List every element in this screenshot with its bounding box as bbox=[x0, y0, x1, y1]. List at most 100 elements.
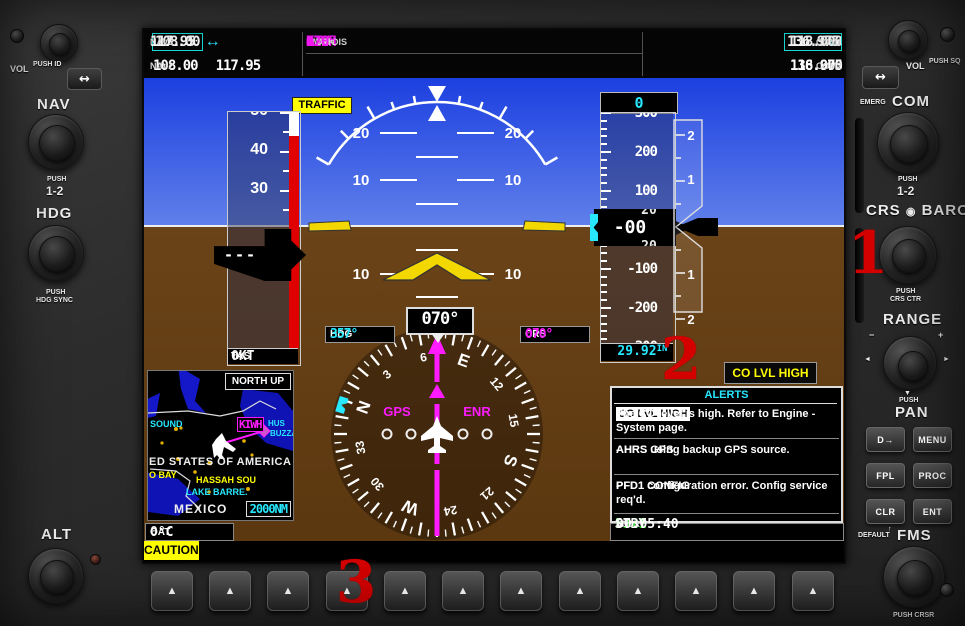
softkey-button-9[interactable]: ▲ bbox=[617, 571, 659, 611]
hdg-knob-label: HDG bbox=[36, 205, 72, 222]
altitude-readout: 20 -00 20 bbox=[594, 209, 676, 246]
softkey-triangle-icon: ▲ bbox=[167, 585, 178, 597]
compass-label: 24 bbox=[442, 503, 458, 519]
heading-readout: 070° bbox=[406, 307, 474, 335]
bezel-slot bbox=[855, 118, 864, 213]
map-label: O BAY bbox=[149, 470, 177, 480]
altitude-drum-below: 20 bbox=[634, 239, 664, 246]
com-volume-push-label: PUSH SQ bbox=[929, 58, 961, 65]
nav-transfer-button[interactable]: ↔ bbox=[67, 68, 102, 90]
menu-button[interactable]: MENU bbox=[913, 427, 952, 452]
softkey-triangle-icon: ▲ bbox=[749, 585, 760, 597]
nav-push-12-label: 1-2 bbox=[46, 184, 63, 198]
softkey-button-10[interactable]: ▲ bbox=[675, 571, 717, 611]
alert-text: AHRS using backup GPS source. bbox=[616, 443, 790, 457]
selected-altitude-box[interactable]: 0 bbox=[600, 92, 678, 114]
g1000-pfd-unit: NAV1 108.00 ↔ 117.95 NAV2 108.00 117.95 … bbox=[0, 0, 965, 626]
softkey-triangle-icon: ▲ bbox=[458, 585, 469, 597]
map-label: HASSAH SOU bbox=[196, 475, 256, 485]
altitude-tick-label: 100 bbox=[613, 181, 657, 201]
alt-knob-label: ALT bbox=[41, 526, 72, 543]
fms-label: FMS bbox=[897, 527, 932, 544]
alert-text: The CO level is high. Refer to Engine - … bbox=[616, 407, 837, 435]
softkey-button-6[interactable]: ▲ bbox=[442, 571, 484, 611]
com-volume-knob[interactable] bbox=[888, 20, 928, 60]
com2-label: COM2 bbox=[816, 61, 842, 71]
com-volume-label: VOL bbox=[906, 61, 925, 71]
softkey-triangle-icon: ▲ bbox=[808, 585, 819, 597]
vsi-tick-label: 2 bbox=[687, 128, 694, 143]
co-level-annunciation: CO LVL HIGH bbox=[724, 362, 817, 384]
crs-ctr-label: CRS CTR bbox=[890, 296, 921, 303]
compass-label: 15 bbox=[506, 413, 522, 429]
topbar-divider bbox=[302, 32, 303, 76]
crs-baro-label: CRS ◉ BARO bbox=[866, 202, 965, 219]
softkey-label-bar: INSET PFD OBS CDI DME XPDR IDENT TMR/REF… bbox=[144, 541, 844, 560]
map-label: LAKE BARRE. bbox=[186, 487, 248, 497]
heading-knob[interactable] bbox=[28, 225, 84, 281]
softkey-button-5[interactable]: ▲ bbox=[384, 571, 426, 611]
range-pan-joystick[interactable] bbox=[883, 336, 937, 390]
pan-label: PAN bbox=[895, 404, 929, 421]
com-transfer-button[interactable]: ↔ bbox=[862, 66, 899, 89]
altitude-tick-label: 200 bbox=[613, 142, 657, 162]
softkey-button-1[interactable]: ▲ bbox=[151, 571, 193, 611]
xpdr-status-bar: XPDR 5321 STBY LCL 00:05:40 bbox=[610, 523, 844, 541]
softkey-button-2[interactable]: ▲ bbox=[209, 571, 251, 611]
com-push-12-label: 1-2 bbox=[897, 184, 914, 198]
annotation-number-1: 1 bbox=[845, 224, 891, 282]
compass-label: 33 bbox=[352, 439, 368, 455]
alert-divider bbox=[614, 513, 839, 514]
tas-value: 0KT bbox=[231, 349, 254, 364]
top-data-bar: NAV1 108.00 ↔ 117.95 NAV2 108.00 117.95 … bbox=[144, 30, 844, 78]
softkey-triangle-icon: ▲ bbox=[225, 585, 236, 597]
com-push-label: PUSH bbox=[898, 176, 917, 183]
emerg-label: EMERG bbox=[860, 99, 886, 106]
softkey-button-3[interactable]: ▲ bbox=[267, 571, 309, 611]
nav1-standby-frequency[interactable]: 117.95 bbox=[150, 34, 195, 50]
inset-map[interactable]: NORTH UP SOUND KIWH HUS BUZZA ED STATES … bbox=[147, 370, 294, 521]
altitude-tick-label: -200 bbox=[613, 298, 657, 318]
com-tuning-knob[interactable] bbox=[877, 112, 939, 174]
softkey-button-12[interactable]: ▲ bbox=[792, 571, 834, 611]
softkey-button-7[interactable]: ▲ bbox=[500, 571, 542, 611]
crs-box[interactable]: CRS070° bbox=[520, 326, 590, 343]
vsi-tick-label: 1 bbox=[687, 172, 694, 187]
clr-button[interactable]: CLR bbox=[866, 499, 905, 524]
default-label: DEFAULT bbox=[858, 532, 890, 539]
alert-divider bbox=[614, 474, 839, 475]
fpl-button[interactable]: FPL bbox=[866, 463, 905, 488]
map-water bbox=[178, 371, 206, 413]
photocell-sensor bbox=[90, 554, 101, 565]
alert-divider bbox=[614, 438, 839, 439]
nav-volume-label: VOL bbox=[10, 64, 29, 74]
map-waypoint-label: KIWH bbox=[237, 417, 264, 432]
pfd-screen: NAV1 108.00 ↔ 117.95 NAV2 108.00 117.95 … bbox=[142, 28, 846, 564]
com1-label: COM1 bbox=[816, 37, 842, 47]
tas-readout: TAS 0KT bbox=[228, 348, 298, 364]
proc-button[interactable]: PROC bbox=[913, 463, 952, 488]
map-range-label[interactable]: 2000NM bbox=[246, 501, 291, 517]
alerts-window: ALERTS CO LVL HIGH – The CO level is hig… bbox=[610, 386, 843, 523]
pan-right-icon: ► bbox=[943, 356, 950, 363]
nav-push-label: PUSH bbox=[47, 176, 66, 183]
direct-to-button[interactable]: D→ bbox=[866, 427, 905, 452]
nav-tuning-knob[interactable] bbox=[28, 114, 84, 170]
fms-knob[interactable] bbox=[883, 546, 945, 608]
nav2-standby-frequency[interactable]: 117.95 bbox=[216, 58, 261, 74]
hdg-bug-box[interactable]: HDG357° bbox=[325, 326, 395, 343]
hdg-push-label: PUSH bbox=[46, 289, 65, 296]
alert-text: PFD1 configuration error. Config service… bbox=[616, 479, 837, 507]
altitude-select-knob[interactable] bbox=[28, 548, 84, 604]
ent-button[interactable]: ENT bbox=[913, 499, 952, 524]
map-label: HUS bbox=[268, 419, 285, 428]
nav-volume-knob[interactable] bbox=[40, 24, 78, 62]
softkey-button-8[interactable]: ▲ bbox=[559, 571, 601, 611]
softkey-triangle-icon: ▲ bbox=[283, 585, 294, 597]
softkey-button-11[interactable]: ▲ bbox=[733, 571, 775, 611]
alerts-title-divider bbox=[614, 403, 837, 404]
softkey-triangle-icon: ▲ bbox=[575, 585, 586, 597]
map-water bbox=[148, 393, 160, 419]
altitude-tick-label: -100 bbox=[613, 259, 657, 279]
nav-volume-push-label: PUSH ID bbox=[33, 61, 61, 68]
